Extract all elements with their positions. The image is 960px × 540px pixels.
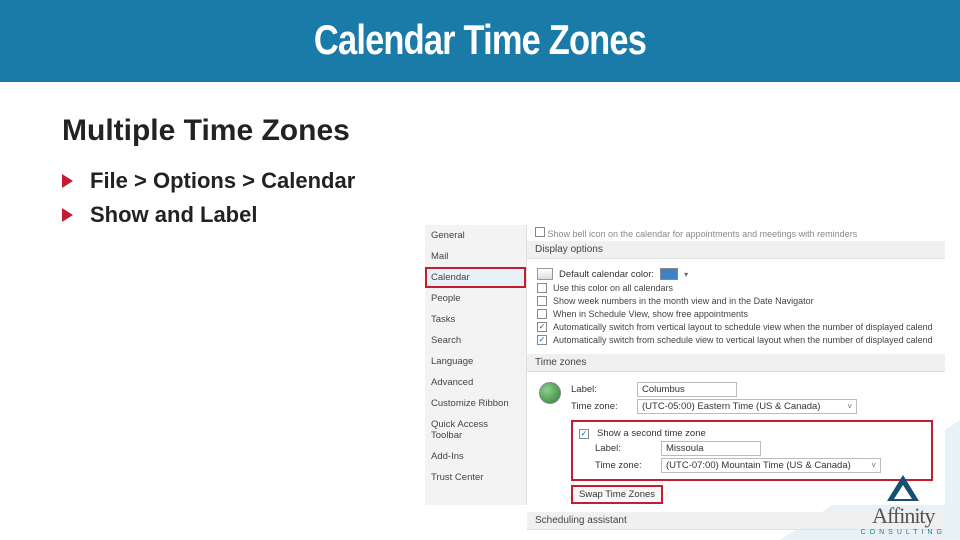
chevron-down-icon: ˅ xyxy=(871,461,876,470)
swap-time-zones-button[interactable]: Swap Time Zones xyxy=(571,485,663,504)
logo-tagline: CONSULTING xyxy=(861,529,946,536)
options-dialog-screenshot: General Mail Calendar People Tasks Searc… xyxy=(425,225,945,505)
checkbox[interactable] xyxy=(535,227,545,237)
color-swatch[interactable] xyxy=(660,268,678,280)
checkbox-show-second[interactable]: ✓ xyxy=(579,429,589,439)
sidebar-item-customize-ribbon[interactable]: Customize Ribbon xyxy=(425,393,526,414)
prev-option-text: Show bell icon on the calendar for appoi… xyxy=(527,225,945,241)
logo-name: Affinity xyxy=(861,503,946,529)
affinity-logo: Affinity CONSULTING xyxy=(861,475,946,536)
checkbox-week-num[interactable] xyxy=(537,296,547,306)
checkbox-auto-s2v[interactable]: ✓ xyxy=(537,335,547,345)
sidebar-item-people[interactable]: People xyxy=(425,288,526,309)
chevron-down-icon: ˅ xyxy=(847,402,852,411)
sidebar-item-calendar[interactable]: Calendar xyxy=(425,267,526,288)
checkbox-schedule-free[interactable] xyxy=(537,309,547,319)
checkbox-auto-v2s[interactable]: ✓ xyxy=(537,322,547,332)
logo-mark-icon xyxy=(887,475,919,501)
calendar-icon xyxy=(537,268,553,280)
label-label: Label: xyxy=(571,384,629,395)
display-options-header: Display options xyxy=(527,241,945,259)
bullet-list: File > Options > Calendar Show and Label xyxy=(62,168,898,228)
show-second-label: Show a second time zone xyxy=(597,428,706,439)
options-main: Show bell icon on the calendar for appoi… xyxy=(527,225,945,505)
sidebar-item-advanced[interactable]: Advanced xyxy=(425,372,526,393)
default-color-label: Default calendar color: xyxy=(559,269,654,280)
chevron-down-icon[interactable]: ▾ xyxy=(684,270,688,279)
triangle-bullet-icon xyxy=(62,174,73,188)
sidebar-item-search[interactable]: Search xyxy=(425,330,526,351)
triangle-bullet-icon xyxy=(62,208,73,222)
slide-header: Calendar Time Zones xyxy=(0,0,960,82)
sidebar-item-language[interactable]: Language xyxy=(425,351,526,372)
primary-label-input[interactable]: Columbus xyxy=(637,382,737,397)
globe-icon xyxy=(539,382,561,404)
sidebar-item-tasks[interactable]: Tasks xyxy=(425,309,526,330)
sidebar-item-addins[interactable]: Add-Ins xyxy=(425,446,526,467)
bullet-item: File > Options > Calendar xyxy=(90,168,898,194)
label-label: Label: xyxy=(595,443,653,454)
bullet-text: Show and Label xyxy=(90,202,257,227)
checkbox-use-all[interactable] xyxy=(537,283,547,293)
second-timezone-group: ✓ Show a second time zone Label: Missoul… xyxy=(571,420,933,481)
sidebar-item-quick-access[interactable]: Quick Access Toolbar xyxy=(425,414,526,446)
section-title: Multiple Time Zones xyxy=(62,114,898,148)
display-options-body: Default calendar color: ▾ Use this color… xyxy=(527,259,945,354)
tz-label: Time zone: xyxy=(571,401,629,412)
sidebar-item-general[interactable]: General xyxy=(425,225,526,246)
sidebar-item-mail[interactable]: Mail xyxy=(425,246,526,267)
tz-label: Time zone: xyxy=(595,460,653,471)
primary-tz-dropdown[interactable]: (UTC-05:00) Eastern Time (US & Canada) ˅ xyxy=(637,399,857,414)
second-label-input[interactable]: Missoula xyxy=(661,441,761,456)
slide-content: Multiple Time Zones File > Options > Cal… xyxy=(0,82,960,228)
options-sidebar: General Mail Calendar People Tasks Searc… xyxy=(425,225,527,505)
slide-title: Calendar Time Zones xyxy=(86,16,873,64)
second-tz-dropdown[interactable]: (UTC-07:00) Mountain Time (US & Canada) … xyxy=(661,458,881,473)
sidebar-item-trust-center[interactable]: Trust Center xyxy=(425,467,526,488)
bullet-text: File > Options > Calendar xyxy=(90,168,355,193)
time-zones-header: Time zones xyxy=(527,354,945,372)
